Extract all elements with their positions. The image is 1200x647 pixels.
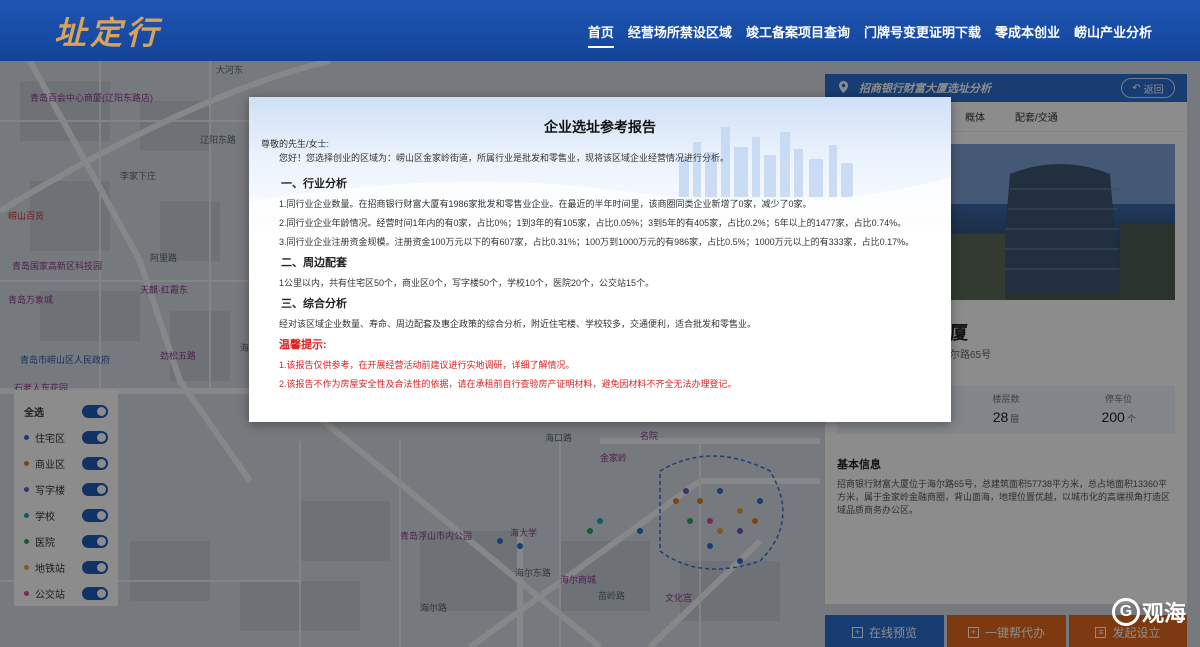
report-line: 3.同行业企业注册资金规模。注册资金100万元以下的有607家，占比0.31%；… (279, 237, 915, 247)
report-line: 1.同行业企业数量。在招商银行财富大厦有1986家批发和零售业企业。在最近的半年… (279, 199, 812, 209)
nav-zero-cost-startup[interactable]: 零成本创业 (995, 22, 1060, 48)
report-greeting: 尊敬的先生/女士: (261, 139, 330, 149)
nav-laoshan-industry[interactable]: 崂山产业分析 (1074, 22, 1152, 48)
report-intro: 您好！您选择创业的区域为：崂山区金家岭街道，所属行业是批发和零售业，现将该区域企… (279, 153, 730, 163)
report-title: 企业选址参考报告 (544, 119, 656, 135)
guanhai-watermark: G 观海 (1111, 596, 1186, 628)
warm-tip-line: 1.该报告仅供参考，在开展经营活动前建议进行实地调研，详细了解情况。 (279, 360, 575, 370)
app-logo[interactable]: 址定行 (54, 8, 162, 54)
nav-prohibited-areas[interactable]: 经营场所禁设区域 (628, 22, 732, 48)
top-header: 址定行 首页 经营场所禁设区域 竣工备案项目查询 门牌号变更证明下载 零成本创业… (0, 0, 1200, 61)
main-nav: 首页 经营场所禁设区域 竣工备案项目查询 门牌号变更证明下载 零成本创业 崂山产… (587, 22, 1152, 48)
section-heading: 三、综合分析 (281, 298, 347, 310)
nav-completion-filing[interactable]: 竣工备案项目查询 (746, 22, 850, 48)
report-line: 1公里以内，共有住宅区50个，商业区0个，写字楼50个，学校10个，医院20个，… (279, 278, 655, 288)
site-report-dialog: 企业选址参考报告 尊敬的先生/女士: 您好！您选择创业的区域为：崂山区金家岭街道… (249, 97, 951, 422)
g-logo-icon: G (1111, 598, 1140, 626)
section-heading: 二、周边配套 (281, 257, 347, 269)
report-body: 尊敬的先生/女士: 您好！您选择创业的区域为：崂山区金家岭街道，所属行业是批发和… (261, 137, 941, 394)
warm-tip-heading: 温馨提示: (279, 339, 327, 351)
watermark-text: 观海 (1141, 601, 1186, 626)
section-heading: 一、行业分析 (281, 178, 347, 190)
warm-tip-line: 2.该报告不作为房屋安全性及合法性的依据，请在承租前自行查验房产证明材料，避免因… (279, 379, 737, 389)
report-line: 2.同行业企业年龄情况。经营时间1年内的有0家，占比0%；1到3年的有105家，… (279, 218, 907, 228)
nav-house-number-change[interactable]: 门牌号变更证明下载 (864, 22, 981, 48)
report-line: 经对该区域企业数量、寿命、周边配套及惠企政策的综合分析，附近住宅楼、学校较多，交… (279, 319, 757, 329)
nav-home[interactable]: 首页 (587, 22, 614, 48)
